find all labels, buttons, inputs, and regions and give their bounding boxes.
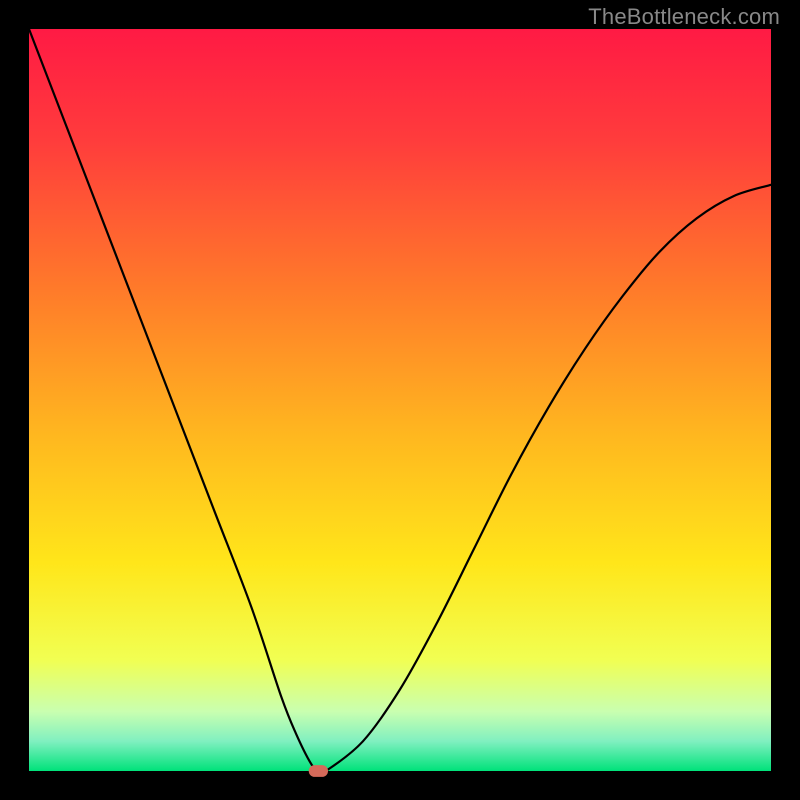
- minimum-marker: [309, 765, 328, 777]
- chart-svg: [0, 0, 800, 800]
- chart-frame: TheBottleneck.com: [0, 0, 800, 800]
- plot-background: [29, 29, 771, 771]
- watermark-text: TheBottleneck.com: [588, 4, 780, 30]
